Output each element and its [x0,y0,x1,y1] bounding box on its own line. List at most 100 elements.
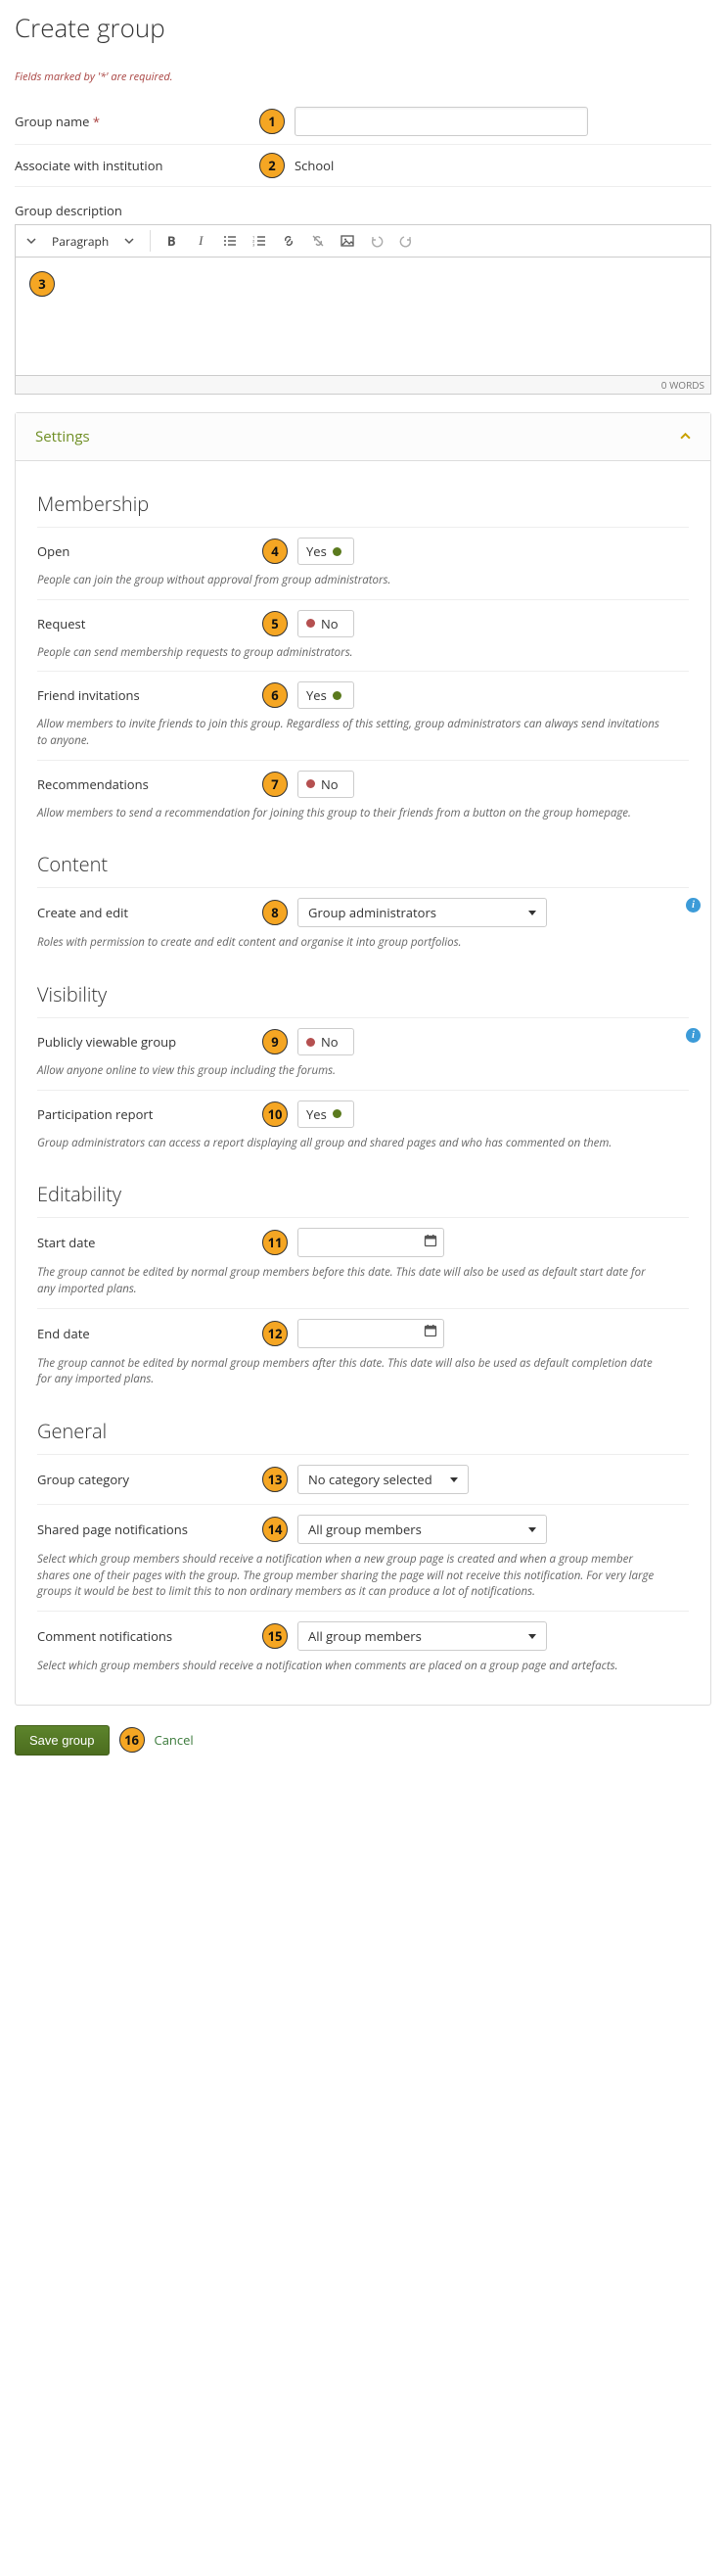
open-label: Open [37,542,262,560]
recommendations-label: Recommendations [37,775,262,793]
settings-panel-header[interactable]: Settings [16,413,710,461]
callout-marker-1: 1 [259,109,285,134]
info-icon[interactable]: i [686,898,701,913]
shared-notifications-select[interactable]: All group members [297,1515,547,1544]
chevron-down-icon [528,911,536,915]
end-date-label: End date [37,1325,262,1342]
comment-notifications-select-value: All group members [308,1627,422,1645]
calendar-icon[interactable] [424,1234,437,1252]
toggle-dot-icon [333,1109,341,1118]
callout-marker-14: 14 [262,1517,288,1542]
content-section-title: Content [37,851,689,877]
participation-report-toggle[interactable]: Yes [297,1101,354,1128]
redo-icon[interactable] [393,228,419,254]
participation-report-row: Participation report 10 Yes Group admini… [37,1090,689,1162]
numbered-list-icon[interactable]: 123 [247,228,272,254]
paragraph-style-select[interactable]: Paragraph [48,231,113,252]
chevron-up-icon [680,428,691,445]
request-toggle[interactable]: No [297,610,354,637]
friend-invitations-toggle[interactable]: Yes [297,681,354,709]
settings-panel-title: Settings [35,427,90,446]
callout-marker-3: 3 [29,271,55,297]
editability-section-title: Editability [37,1181,689,1207]
unlink-icon[interactable] [305,228,331,254]
cancel-link[interactable]: Cancel [155,1731,194,1749]
create-edit-select[interactable]: Group administrators [297,898,547,927]
callout-marker-16: 16 [119,1727,145,1753]
description-editor: Paragraph B I 123 3 0 WORDS [15,224,711,395]
participation-report-label: Participation report [37,1105,262,1123]
image-icon[interactable] [335,228,360,254]
chevron-down-icon [528,1634,536,1639]
group-name-input[interactable] [295,107,588,136]
toggle-dot-icon [306,779,315,788]
end-date-help: The group cannot be edited by normal gro… [37,1356,689,1388]
recommendations-row: Recommendations 7 No Allow members to se… [37,760,689,832]
open-toggle-value: Yes [306,542,327,560]
start-date-input-wrap [297,1228,444,1257]
create-edit-row: i Create and edit 8 Group administrators… [37,887,689,961]
group-category-select[interactable]: No category selected [297,1465,469,1494]
editor-toolbar: Paragraph B I 123 [16,225,710,258]
settings-panel: Settings Membership Open 4 Yes People ca… [15,412,711,1706]
friend-invitations-toggle-value: Yes [306,686,327,704]
public-viewable-row: i Publicly viewable group 9 No Allow any… [37,1017,689,1090]
info-icon[interactable]: i [686,1028,701,1043]
style-dropdown-caret-icon[interactable] [116,228,142,254]
start-date-input[interactable] [298,1231,414,1255]
recommendations-toggle[interactable]: No [297,771,354,798]
callout-marker-13: 13 [262,1467,288,1492]
toggle-dot-icon [306,619,315,628]
participation-report-help: Group administrators can access a report… [37,1136,689,1152]
associate-institution-row: Associate with institution 2 School [15,145,711,187]
callout-marker-12: 12 [262,1321,288,1346]
comment-notifications-select[interactable]: All group members [297,1621,547,1651]
shared-notifications-help: Select which group members should receiv… [37,1552,689,1601]
callout-marker-10: 10 [262,1101,288,1127]
callout-marker-5: 5 [262,611,288,636]
link-icon[interactable] [276,228,301,254]
create-edit-label: Create and edit [37,904,262,921]
open-row: Open 4 Yes People can join the group wit… [37,527,689,599]
friend-invitations-row: Friend invitations 6 Yes Allow members t… [37,671,689,759]
save-group-button[interactable]: Save group [15,1725,110,1756]
membership-section-title: Membership [37,491,689,517]
general-section-title: General [37,1418,689,1444]
create-edit-help: Roles with permission to create and edit… [37,935,689,952]
settings-panel-body: Membership Open 4 Yes People can join th… [16,461,710,1705]
public-viewable-help: Allow anyone online to view this group i… [37,1063,689,1080]
request-row: Request 5 No People can send membership … [37,599,689,672]
required-star: * [93,113,100,130]
more-menu-icon[interactable] [19,228,44,254]
end-date-row: End date 12 The group cannot be edited b… [37,1308,689,1398]
italic-icon[interactable]: I [188,228,213,254]
recommendations-toggle-value: No [321,775,339,793]
group-name-label-text: Group name [15,113,89,130]
start-date-label: Start date [37,1234,262,1251]
callout-marker-2: 2 [259,153,285,178]
bold-icon[interactable]: B [159,228,184,254]
start-date-help: The group cannot be edited by normal gro… [37,1265,689,1297]
shared-notifications-row: Shared page notifications 14 All group m… [37,1504,689,1611]
public-viewable-toggle[interactable]: No [297,1028,354,1055]
request-help: People can send membership requests to g… [37,645,689,662]
undo-icon[interactable] [364,228,389,254]
required-fields-note: Fields marked by '*' are required. [15,70,711,84]
toggle-dot-icon [333,691,341,700]
bullet-list-icon[interactable] [217,228,243,254]
comment-notifications-row: Comment notifications 15 All group membe… [37,1611,689,1685]
callout-marker-7: 7 [262,772,288,797]
calendar-icon[interactable] [424,1324,437,1342]
participation-report-toggle-value: Yes [306,1105,327,1123]
comment-notifications-label: Comment notifications [37,1627,262,1645]
public-viewable-label: Publicly viewable group [37,1033,262,1051]
friend-invitations-label: Friend invitations [37,686,262,704]
create-edit-select-value: Group administrators [308,904,436,921]
shared-notifications-select-value: All group members [308,1521,422,1538]
open-toggle[interactable]: Yes [297,538,354,565]
toggle-dot-icon [306,1038,315,1047]
end-date-input[interactable] [298,1321,414,1345]
editor-textarea[interactable]: 3 [16,258,710,375]
group-category-select-value: No category selected [308,1471,432,1488]
visibility-section-title: Visibility [37,981,689,1007]
